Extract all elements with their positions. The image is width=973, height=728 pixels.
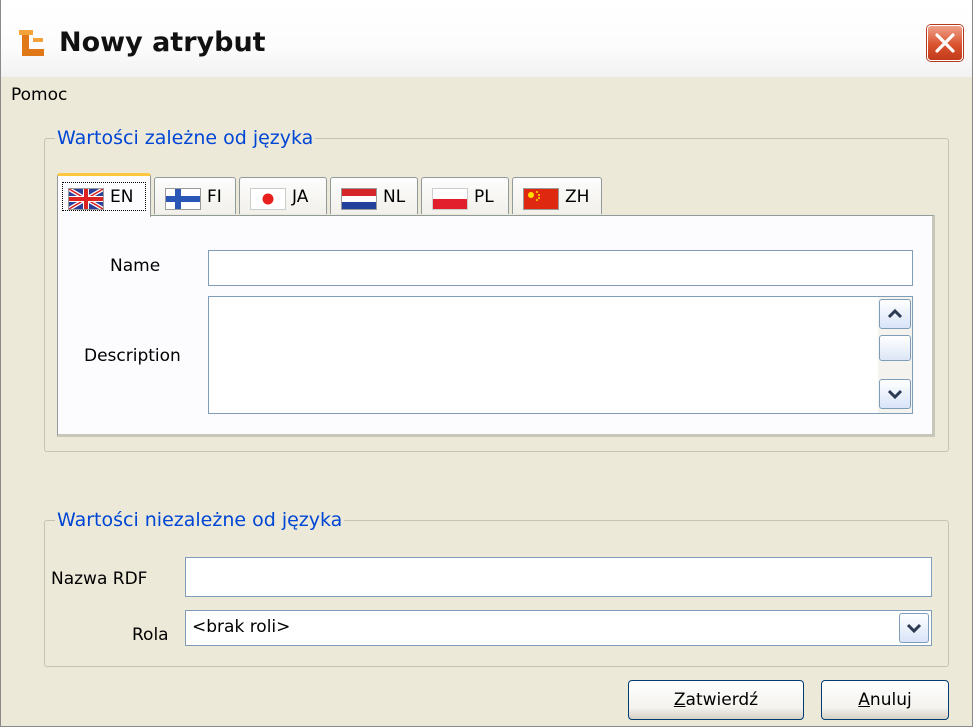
- scroll-up-button[interactable]: [879, 299, 911, 329]
- menu-item-help[interactable]: Pomoc: [11, 85, 67, 105]
- app-logo-icon: [19, 28, 47, 58]
- tab-zh-label: ZH: [565, 187, 590, 207]
- role-selected-value: <brak roli>: [192, 617, 291, 637]
- role-label: Rola: [132, 625, 169, 645]
- tab-pl[interactable]: PL: [421, 177, 509, 214]
- close-button[interactable]: [927, 25, 963, 61]
- language-independent-legend: Wartości niezależne od języka: [55, 509, 345, 531]
- china-flag-icon: [523, 188, 559, 210]
- name-label: Name: [110, 256, 161, 276]
- description-textarea[interactable]: [208, 296, 913, 414]
- tab-nl-label: NL: [383, 187, 406, 207]
- tab-en-label: EN: [110, 187, 134, 207]
- close-icon: [935, 33, 955, 53]
- netherlands-flag-icon: [341, 188, 377, 210]
- name-field[interactable]: [208, 250, 913, 286]
- description-label: Description: [84, 346, 181, 366]
- confirm-button[interactable]: Zatwierdź: [628, 680, 804, 720]
- tab-en[interactable]: EN: [57, 173, 151, 217]
- chevron-up-icon: [887, 308, 903, 319]
- title-bar[interactable]: Nowy atrybut: [1, 0, 972, 77]
- description-scrollbar[interactable]: [878, 297, 912, 413]
- confirm-mnemonic: Z: [673, 690, 686, 710]
- rdf-name-label: Nazwa RDF: [51, 569, 148, 589]
- role-select[interactable]: <brak roli>: [185, 610, 932, 646]
- menu-bar: Pomoc: [1, 77, 972, 113]
- chevron-down-icon: [906, 623, 922, 634]
- tab-fi-label: FI: [207, 187, 222, 207]
- tab-ja-label: JA: [292, 187, 309, 207]
- tab-zh[interactable]: ZH: [512, 177, 602, 214]
- confirm-label: atwierdź: [685, 690, 759, 710]
- cancel-button[interactable]: Anuluj: [821, 680, 949, 720]
- cancel-label: nuluj: [869, 690, 912, 710]
- tab-nl[interactable]: NL: [330, 177, 418, 214]
- chevron-down-icon: [887, 389, 903, 400]
- language-dependent-group: Wartości zależne od języka EN FI JA NL P…: [44, 127, 949, 452]
- language-dependent-legend: Wartości zależne od języka: [55, 127, 316, 149]
- language-independent-group: Wartości niezależne od języka Nazwa RDF …: [44, 509, 949, 667]
- tab-panel-en: Name Description: [57, 215, 935, 437]
- cancel-mnemonic: A: [858, 690, 870, 710]
- tab-ja[interactable]: JA: [239, 177, 327, 214]
- scroll-down-button[interactable]: [879, 379, 911, 409]
- poland-flag-icon: [432, 188, 468, 210]
- dialog-window: Nowy atrybut Pomoc Wartości zależne od j…: [0, 0, 973, 727]
- rdf-name-field[interactable]: [185, 557, 932, 597]
- uk-flag-icon: [68, 188, 104, 210]
- tab-pl-label: PL: [474, 187, 494, 207]
- japan-flag-icon: [250, 188, 286, 210]
- scroll-thumb[interactable]: [879, 335, 911, 361]
- role-dropdown-button[interactable]: [899, 613, 929, 643]
- window-title: Nowy atrybut: [59, 27, 266, 58]
- finland-flag-icon: [165, 188, 201, 210]
- tab-fi[interactable]: FI: [154, 177, 236, 214]
